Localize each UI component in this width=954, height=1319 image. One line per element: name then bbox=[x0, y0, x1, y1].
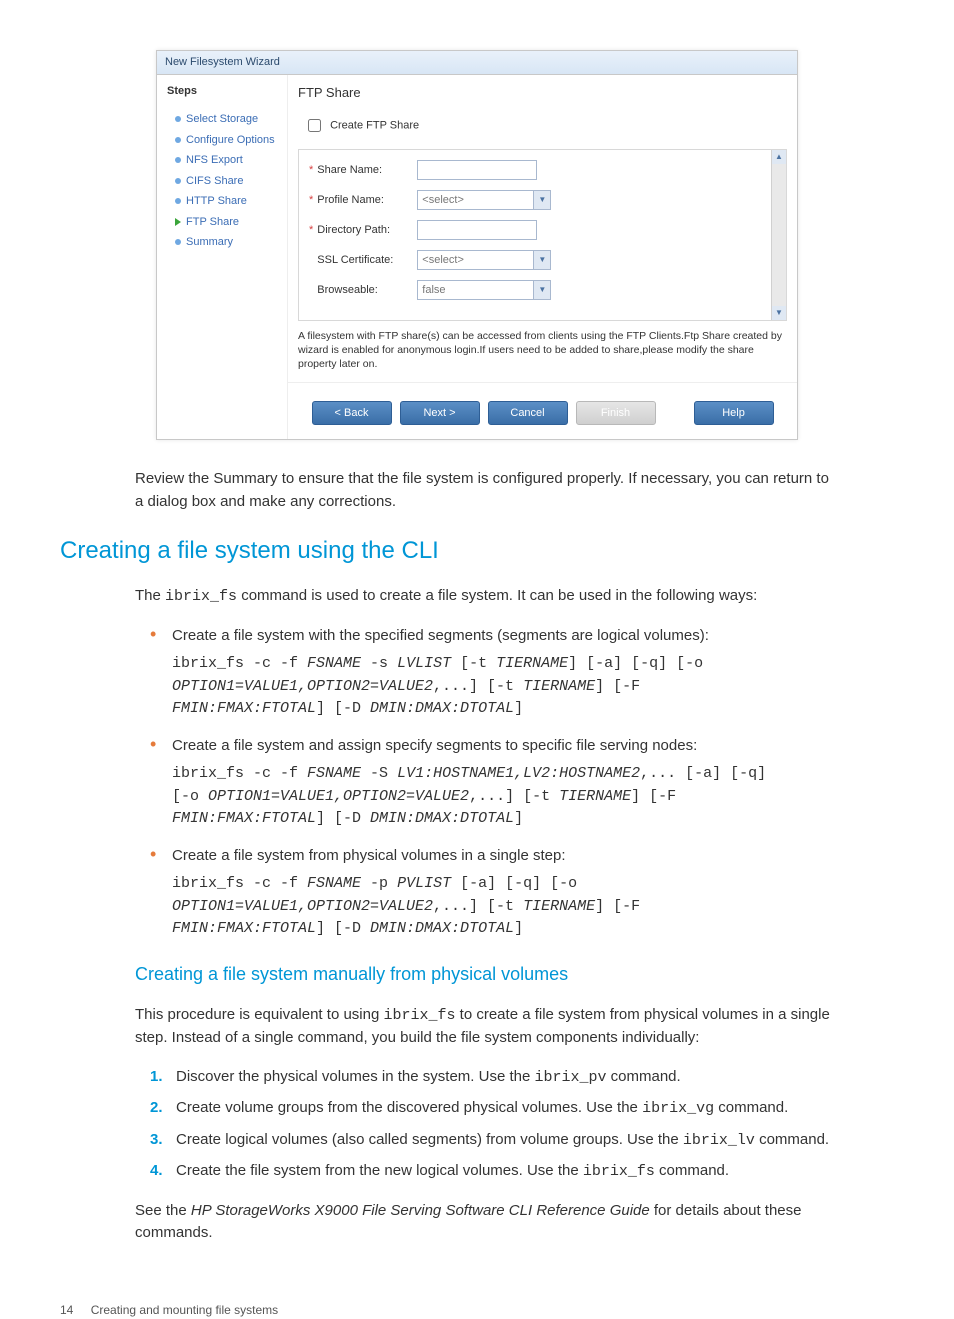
numbered-step-item: Create volume groups from the discovered… bbox=[150, 1097, 834, 1121]
profile-name-value: <select> bbox=[422, 192, 464, 209]
help-button[interactable]: Help bbox=[694, 401, 774, 426]
step-cifs-share[interactable]: CIFS Share bbox=[175, 171, 283, 192]
command-bullet-item: Create a file system and assign specify … bbox=[150, 735, 834, 831]
numbered-steps: Discover the physical volumes in the sys… bbox=[150, 1066, 834, 1184]
bullet-icon bbox=[175, 239, 181, 245]
browseable-row: *Browseable: false▼ bbox=[309, 280, 776, 300]
subsection-heading-manual: Creating a file system manually from phy… bbox=[135, 961, 894, 988]
finish-button: Finish bbox=[576, 401, 656, 426]
command-block: ibrix_fs -c -f FSNAME -p PVLIST [-a] [-q… bbox=[172, 873, 834, 941]
command-bullet-item: Create a file system with the specified … bbox=[150, 625, 834, 721]
profile-name-select[interactable]: <select> ▼ bbox=[417, 190, 551, 210]
ssl-certificate-select[interactable]: <select> ▼ bbox=[417, 250, 551, 270]
scroll-down-icon[interactable]: ▼ bbox=[772, 306, 786, 320]
browseable-value: false bbox=[422, 282, 445, 299]
wizard-note: A filesystem with FTP share(s) can be ac… bbox=[288, 327, 797, 382]
wizard-steps-list: Select Storage Configure Options NFS Exp… bbox=[165, 109, 283, 253]
step-label: Summary bbox=[186, 234, 233, 251]
step-label: Select Storage bbox=[186, 111, 258, 128]
ssl-certificate-label: SSL Certificate: bbox=[317, 252, 417, 269]
intro-paragraph: The ibrix_fs command is used to create a… bbox=[135, 585, 834, 609]
back-button[interactable]: < Back bbox=[312, 401, 392, 426]
active-arrow-icon bbox=[175, 218, 181, 226]
panel-title: FTP Share bbox=[288, 75, 797, 107]
bullet-lead: Create a file system and assign specify … bbox=[172, 735, 834, 758]
page-footer: 14 Creating and mounting file systems bbox=[60, 1301, 278, 1319]
ref-title: HP StorageWorks X9000 File Serving Softw… bbox=[191, 1202, 650, 1219]
step-label: HTTP Share bbox=[186, 193, 247, 210]
chevron-down-icon[interactable]: ▼ bbox=[533, 251, 550, 269]
command-bullets: Create a file system with the specified … bbox=[150, 625, 834, 941]
profile-name-label: Profile Name: bbox=[317, 192, 417, 209]
browseable-select[interactable]: false ▼ bbox=[417, 280, 551, 300]
ref-pre: See the bbox=[135, 1202, 191, 1219]
command-block: ibrix_fs -c -f FSNAME -S LV1:HOSTNAME1,L… bbox=[172, 763, 834, 831]
section-heading-cli: Creating a file system using the CLI bbox=[60, 533, 894, 569]
review-paragraph: Review the Summary to ensure that the fi… bbox=[135, 468, 834, 513]
page-number: 14 bbox=[60, 1303, 73, 1317]
bullet-icon bbox=[175, 178, 181, 184]
footer-title: Creating and mounting file systems bbox=[91, 1303, 278, 1317]
reference-paragraph: See the HP StorageWorks X9000 File Servi… bbox=[135, 1200, 834, 1245]
step-label: CIFS Share bbox=[186, 173, 243, 190]
form-area: ▲ ▼ *Share Name: *Profile Name: <select>… bbox=[298, 149, 787, 321]
create-ftp-share-checkbox[interactable] bbox=[308, 119, 321, 132]
step-configure-options[interactable]: Configure Options bbox=[175, 130, 283, 151]
scroll-up-icon[interactable]: ▲ bbox=[772, 150, 786, 164]
wizard-button-bar: < Back Next > Cancel Finish Help bbox=[288, 382, 797, 440]
step-label: NFS Export bbox=[186, 152, 243, 169]
cancel-button[interactable]: Cancel bbox=[488, 401, 568, 426]
numbered-step-item: Discover the physical volumes in the sys… bbox=[150, 1066, 834, 1090]
bullet-lead: Create a file system with the specified … bbox=[172, 625, 834, 648]
next-button[interactable]: Next > bbox=[400, 401, 480, 426]
share-name-row: *Share Name: bbox=[309, 160, 776, 180]
profile-name-row: *Profile Name: <select>▼ bbox=[309, 190, 776, 210]
step-label: FTP Share bbox=[186, 214, 239, 231]
numbered-step-item: Create logical volumes (also called segm… bbox=[150, 1129, 834, 1153]
sub-intro-paragraph: This procedure is equivalent to using ib… bbox=[135, 1004, 834, 1050]
ssl-certificate-value: <select> bbox=[422, 252, 464, 269]
chevron-down-icon[interactable]: ▼ bbox=[533, 281, 550, 299]
create-ftp-share-label: Create FTP Share bbox=[330, 119, 419, 131]
bullet-icon bbox=[175, 198, 181, 204]
command-bullet-item: Create a file system from physical volum… bbox=[150, 845, 834, 941]
wizard-steps-header: Steps bbox=[165, 83, 283, 100]
new-filesystem-wizard: New Filesystem Wizard Steps Select Stora… bbox=[156, 50, 798, 440]
directory-path-label: Directory Path: bbox=[317, 222, 417, 239]
command-block: ibrix_fs -c -f FSNAME -s LVLIST [-t TIER… bbox=[172, 653, 834, 721]
wizard-steps-panel: Steps Select Storage Configure Options N… bbox=[157, 75, 287, 440]
step-ftp-share[interactable]: FTP Share bbox=[175, 212, 283, 233]
ssl-certificate-row: *SSL Certificate: <select>▼ bbox=[309, 250, 776, 270]
numbered-step-item: Create the file system from the new logi… bbox=[150, 1160, 834, 1184]
wizard-title-bar: New Filesystem Wizard bbox=[157, 51, 797, 75]
bullet-icon bbox=[175, 116, 181, 122]
directory-path-row: *Directory Path: bbox=[309, 220, 776, 240]
step-select-storage[interactable]: Select Storage bbox=[175, 109, 283, 130]
browseable-label: Browseable: bbox=[317, 282, 417, 299]
bullet-lead: Create a file system from physical volum… bbox=[172, 845, 834, 868]
step-nfs-export[interactable]: NFS Export bbox=[175, 150, 283, 171]
bullet-icon bbox=[175, 157, 181, 163]
intro-pre: The bbox=[135, 587, 165, 604]
create-ftp-share-row: Create FTP Share bbox=[298, 112, 787, 149]
sub-intro-cmd: ibrix_fs bbox=[383, 1007, 455, 1024]
intro-cmd: ibrix_fs bbox=[165, 588, 237, 605]
chevron-down-icon[interactable]: ▼ bbox=[533, 191, 550, 209]
form-scrollbar[interactable]: ▲ ▼ bbox=[771, 150, 786, 320]
step-http-share[interactable]: HTTP Share bbox=[175, 191, 283, 212]
sub-intro-pre: This procedure is equivalent to using bbox=[135, 1006, 383, 1023]
intro-post: command is used to create a file system.… bbox=[237, 587, 757, 604]
share-name-label: Share Name: bbox=[317, 162, 417, 179]
step-summary[interactable]: Summary bbox=[175, 232, 283, 253]
share-name-input[interactable] bbox=[417, 160, 537, 180]
bullet-icon bbox=[175, 137, 181, 143]
step-label: Configure Options bbox=[186, 132, 275, 149]
directory-path-input[interactable] bbox=[417, 220, 537, 240]
